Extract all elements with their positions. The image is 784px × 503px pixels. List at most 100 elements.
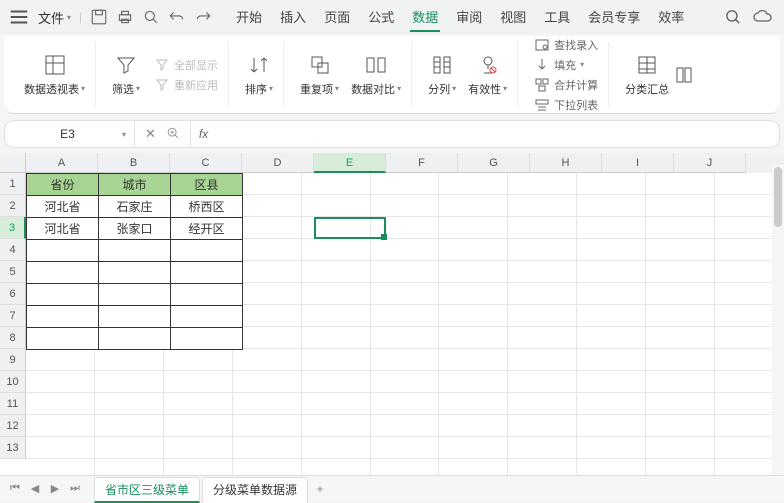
search-icon[interactable] <box>724 8 742 26</box>
cell[interactable] <box>508 371 577 393</box>
cell[interactable] <box>577 195 646 217</box>
save-icon[interactable] <box>90 8 108 26</box>
cell[interactable] <box>95 371 164 393</box>
cell[interactable] <box>371 283 440 305</box>
cell[interactable] <box>26 349 95 371</box>
cell[interactable] <box>508 305 577 327</box>
cell[interactable] <box>577 261 646 283</box>
cell[interactable] <box>302 327 371 349</box>
cell[interactable] <box>164 437 233 459</box>
cell[interactable] <box>508 437 577 459</box>
table-cell[interactable] <box>27 306 99 328</box>
cell[interactable] <box>233 173 302 195</box>
cell[interactable] <box>233 327 302 349</box>
cell[interactable] <box>439 393 508 415</box>
sort-button[interactable]: 排序▾ <box>241 49 277 101</box>
fill-button[interactable]: 填充▾ <box>534 56 598 74</box>
cell[interactable] <box>439 415 508 437</box>
col-header-D[interactable]: D <box>242 153 314 173</box>
cell[interactable] <box>646 393 715 415</box>
dropdown-list-button[interactable]: 下拉列表 <box>534 96 598 114</box>
hamburger-icon[interactable] <box>8 6 30 28</box>
consolidate-button[interactable]: 合并计算 <box>534 76 598 94</box>
table-cell[interactable] <box>27 328 99 350</box>
cell[interactable] <box>577 239 646 261</box>
table-cell[interactable] <box>27 284 99 306</box>
cell[interactable] <box>26 437 95 459</box>
zoom-icon[interactable] <box>166 126 180 143</box>
row-header-8[interactable]: 8 <box>0 327 26 349</box>
cell[interactable] <box>233 261 302 283</box>
cell[interactable] <box>439 349 508 371</box>
tab-视图[interactable]: 视图 <box>498 3 528 32</box>
table-cell[interactable] <box>99 284 171 306</box>
cell[interactable] <box>508 195 577 217</box>
col-header-C[interactable]: C <box>170 153 242 173</box>
col-header-J[interactable]: J <box>674 153 746 173</box>
cloud-icon[interactable] <box>752 8 776 26</box>
cell[interactable] <box>371 195 440 217</box>
data-compare-button[interactable]: 数据对比▾ <box>347 49 405 101</box>
filter-button[interactable]: 筛选▾ <box>108 49 144 101</box>
cell[interactable] <box>164 349 233 371</box>
cell[interactable] <box>646 349 715 371</box>
print-icon[interactable] <box>116 8 134 26</box>
col-header-A[interactable]: A <box>26 153 98 173</box>
table-cell[interactable] <box>171 240 243 262</box>
cell[interactable] <box>646 327 715 349</box>
last-sheet-icon[interactable]: ⏭ <box>66 480 84 498</box>
cell[interactable] <box>646 195 715 217</box>
row-header-1[interactable]: 1 <box>0 173 26 195</box>
name-box[interactable]: E3▾ <box>5 121 135 147</box>
table-cell[interactable] <box>171 284 243 306</box>
redo-icon[interactable] <box>194 8 212 26</box>
table-cell[interactable] <box>27 262 99 284</box>
table-cell[interactable]: 河北省 <box>27 196 99 218</box>
cell[interactable] <box>439 217 508 239</box>
cell[interactable] <box>371 349 440 371</box>
table-cell[interactable]: 桥西区 <box>171 196 243 218</box>
sheet-tab[interactable]: 省市区三级菜单 <box>94 477 200 503</box>
cell[interactable] <box>371 305 440 327</box>
cell[interactable] <box>371 261 440 283</box>
tab-效率[interactable]: 效率 <box>656 3 686 32</box>
table-cell[interactable]: 河北省 <box>27 218 99 240</box>
cell[interactable] <box>646 239 715 261</box>
tab-数据[interactable]: 数据 <box>410 3 440 32</box>
col-header-F[interactable]: F <box>386 153 458 173</box>
cell[interactable] <box>233 393 302 415</box>
table-cell[interactable]: 张家口 <box>99 218 171 240</box>
cell[interactable] <box>646 371 715 393</box>
cell[interactable] <box>577 173 646 195</box>
table-cell[interactable] <box>171 328 243 350</box>
cell[interactable] <box>577 217 646 239</box>
row-header-2[interactable]: 2 <box>0 195 26 217</box>
cell[interactable] <box>302 437 371 459</box>
tab-页面[interactable]: 页面 <box>322 3 352 32</box>
cell[interactable] <box>233 195 302 217</box>
cell[interactable] <box>646 261 715 283</box>
cell[interactable] <box>577 283 646 305</box>
cell[interactable] <box>439 371 508 393</box>
cell[interactable] <box>95 349 164 371</box>
cell[interactable] <box>26 415 95 437</box>
cell[interactable] <box>302 305 371 327</box>
cell[interactable] <box>95 415 164 437</box>
cell[interactable] <box>233 217 302 239</box>
table-cell[interactable] <box>171 262 243 284</box>
lookup-button[interactable]: 查找录入 <box>534 36 598 54</box>
cell[interactable] <box>577 437 646 459</box>
cell[interactable] <box>233 349 302 371</box>
cell[interactable] <box>508 415 577 437</box>
cell[interactable] <box>508 327 577 349</box>
cell[interactable] <box>26 393 95 415</box>
first-sheet-icon[interactable]: ⏮ <box>6 480 24 498</box>
cell[interactable] <box>371 437 440 459</box>
tab-会员专享[interactable]: 会员专享 <box>586 3 642 32</box>
pivot-table-button[interactable]: 数据透视表▾ <box>20 49 89 101</box>
table-header[interactable]: 省份 <box>27 174 99 196</box>
cell[interactable] <box>577 305 646 327</box>
table-cell[interactable]: 石家庄 <box>99 196 171 218</box>
cell[interactable] <box>302 261 371 283</box>
tab-开始[interactable]: 开始 <box>234 3 264 32</box>
